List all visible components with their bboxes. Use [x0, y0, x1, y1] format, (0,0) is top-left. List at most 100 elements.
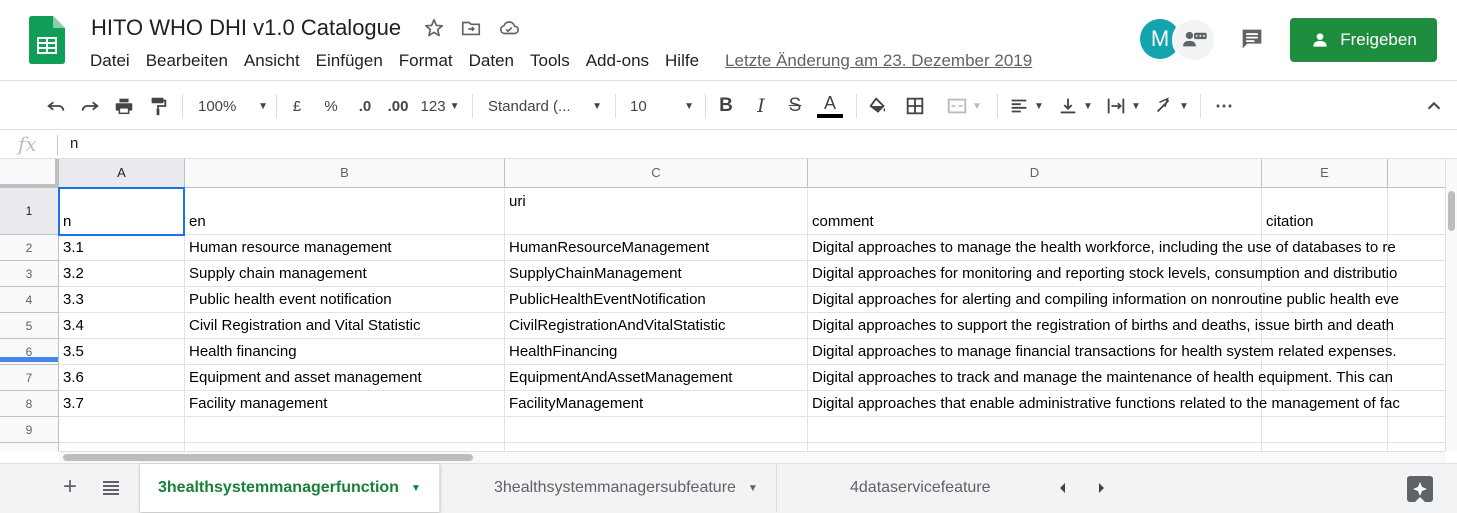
cell-d4[interactable]: Digital approaches for alerting and comp… [808, 287, 1399, 313]
cell-c2[interactable]: HumanResourceManagement [505, 235, 808, 261]
vertical-align-icon[interactable]: ▼ [1055, 93, 1095, 119]
cell-a5[interactable]: 3.4 [59, 313, 185, 339]
row-header-2[interactable]: 2 [0, 235, 59, 261]
menu-daten[interactable]: Daten [461, 49, 522, 73]
cell-c4[interactable]: PublicHealthEventNotification [505, 287, 808, 313]
sheet-tab-3healthsystemmanagersubfeature[interactable]: 3healthsystemmanagersubfeature ▼ [476, 464, 777, 512]
cell-f6[interactable] [1388, 339, 1445, 365]
borders-icon[interactable] [903, 93, 927, 119]
row-header-8[interactable]: 8 [0, 391, 59, 417]
cell-b6[interactable]: Health financing [185, 339, 505, 365]
strikethrough-icon[interactable]: S [784, 93, 806, 119]
cell-b2[interactable]: Human resource management [185, 235, 505, 261]
cell-c8[interactable]: FacilityManagement [505, 391, 808, 417]
merge-cells-icon[interactable]: ▼ [940, 93, 988, 119]
row-header-7[interactable]: 7 [0, 365, 59, 391]
cell-d8[interactable]: Digital approaches that enable administr… [808, 391, 1400, 417]
cell-f10[interactable] [1388, 443, 1445, 451]
percent-format-button[interactable]: % [320, 93, 342, 119]
cell-c9[interactable] [505, 417, 808, 443]
column-header-c[interactable]: C [505, 159, 808, 188]
menu-bearbeiten[interactable]: Bearbeiten [138, 49, 236, 73]
cell-e1[interactable]: citation [1262, 188, 1388, 235]
cell-c1[interactable]: uri [505, 188, 808, 235]
row-header-5[interactable]: 5 [0, 313, 59, 339]
cell-b5[interactable]: Civil Registration and Vital Statistic [185, 313, 505, 339]
sheet-tab-4dataservicefeature[interactable]: 4dataservicefeature [832, 464, 1009, 512]
star-icon[interactable] [423, 17, 445, 39]
document-title[interactable]: HITO WHO DHI v1.0 Catalogue [91, 15, 401, 41]
fill-color-icon[interactable] [866, 93, 890, 119]
cell-a2[interactable]: 3.1 [59, 235, 185, 261]
currency-format-button[interactable]: £ [286, 93, 308, 119]
horizontal-scrollbar[interactable] [59, 451, 1445, 463]
menu-format[interactable]: Format [391, 49, 461, 73]
row-header-9[interactable]: 9 [0, 417, 59, 443]
comment-history-icon[interactable] [1238, 25, 1266, 53]
cell-b4[interactable]: Public health event notification [185, 287, 505, 313]
cell-a9[interactable] [59, 417, 185, 443]
increase-decimals-button[interactable]: .00 [384, 93, 412, 119]
cell-f7[interactable] [1388, 365, 1445, 391]
sheets-logo-icon[interactable] [29, 16, 65, 64]
font-size-select[interactable]: 10 ▼ [630, 93, 694, 119]
cell-f9[interactable] [1388, 417, 1445, 443]
column-header-a[interactable]: A [59, 159, 185, 188]
chevron-down-icon[interactable]: ▼ [411, 483, 421, 494]
add-sheet-button[interactable]: + [58, 475, 82, 500]
menu-tools[interactable]: Tools [522, 49, 578, 73]
cell-d6[interactable]: Digital approaches to manage financial t… [808, 339, 1397, 365]
cell-c6[interactable]: HealthFinancing [505, 339, 808, 365]
cell-d10[interactable] [808, 443, 1262, 451]
italic-icon[interactable]: I [750, 93, 772, 119]
cell-a8[interactable]: 3.7 [59, 391, 185, 417]
more-formats-button[interactable]: 123 ▼ [420, 93, 460, 119]
cell-b7[interactable]: Equipment and asset management [185, 365, 505, 391]
spreadsheet-grid[interactable]: A B C D E 1 2 3 4 5 6 7 8 9 n en uri com… [0, 159, 1445, 451]
menu-einfuegen[interactable]: Einfügen [308, 49, 391, 73]
share-button[interactable]: Freigeben [1290, 18, 1437, 62]
more-icon[interactable]: ⋯ [1212, 93, 1236, 119]
cell-c10[interactable] [505, 443, 808, 451]
tab-scroll-left-icon[interactable] [1054, 478, 1072, 498]
decrease-decimals-button[interactable]: .0 [352, 93, 378, 119]
text-rotation-icon[interactable]: ▼ [1151, 93, 1191, 119]
sheet-tab-3healthsystemmanagerfunction[interactable]: 3healthsystemmanagerfunction ▼ [140, 464, 440, 512]
row-header-1[interactable]: 1 [0, 188, 59, 235]
zoom-select[interactable]: 100% ▼ [198, 93, 268, 119]
cell-a7[interactable]: 3.6 [59, 365, 185, 391]
cell-c5[interactable]: CivilRegistrationAndVitalStatistic [505, 313, 808, 339]
select-all-corner[interactable] [0, 159, 59, 188]
column-header-b[interactable]: B [185, 159, 505, 188]
horizontal-scrollbar-thumb[interactable] [63, 454, 473, 461]
cell-f2[interactable] [1388, 235, 1445, 261]
column-header-f[interactable] [1388, 159, 1445, 188]
redo-icon[interactable] [78, 93, 102, 119]
last-edit-link[interactable]: Letzte Änderung am 23. Dezember 2019 [725, 51, 1032, 71]
all-sheets-icon[interactable] [100, 477, 122, 499]
bold-icon[interactable]: B [715, 93, 737, 119]
vertical-scrollbar[interactable] [1445, 159, 1457, 451]
menu-hilfe[interactable]: Hilfe [657, 49, 707, 73]
cell-d9[interactable] [808, 417, 1262, 443]
cell-b1[interactable]: en [185, 188, 505, 235]
row-drag-marker[interactable] [0, 357, 58, 362]
collapse-icon[interactable] [1422, 93, 1446, 119]
cell-a1[interactable]: n [59, 188, 185, 235]
tab-scroll-right-icon[interactable] [1092, 478, 1110, 498]
paint-format-icon[interactable] [146, 93, 170, 119]
cell-d5[interactable]: Digital approaches to support the regist… [808, 313, 1394, 339]
column-header-e[interactable]: E [1262, 159, 1388, 188]
chevron-down-icon[interactable]: ▼ [748, 483, 758, 494]
cell-e10[interactable] [1262, 443, 1388, 451]
undo-icon[interactable] [44, 93, 68, 119]
row-header-4[interactable]: 4 [0, 287, 59, 313]
text-color-icon[interactable]: A [816, 93, 844, 119]
cell-e9[interactable] [1262, 417, 1388, 443]
menu-ansicht[interactable]: Ansicht [236, 49, 308, 73]
row-header-10[interactable] [0, 443, 59, 451]
vertical-scrollbar-thumb[interactable] [1448, 191, 1455, 231]
cell-b3[interactable]: Supply chain management [185, 261, 505, 287]
column-header-d[interactable]: D [808, 159, 1262, 188]
explore-icon[interactable] [1407, 476, 1433, 502]
